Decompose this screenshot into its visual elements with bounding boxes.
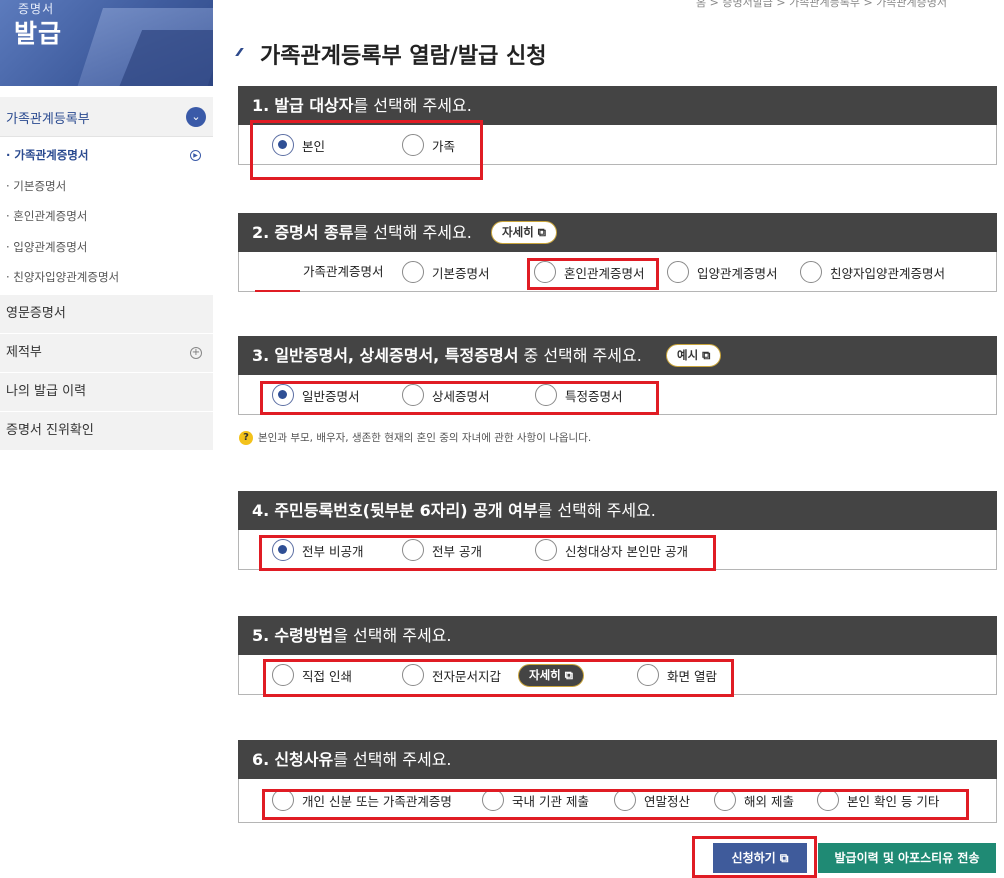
radio-basic-cert[interactable]: 기본증명서: [402, 261, 490, 283]
sidebar-item-adoption-cert[interactable]: · 입양관계증명서: [0, 232, 209, 263]
sidebar-item-removed-register[interactable]: 제적부 +: [0, 333, 213, 372]
sidebar-banner: 증명서 발급: [0, 0, 213, 86]
highlight-box: [263, 659, 734, 697]
sidebar-item-family-relation-cert[interactable]: · 가족관계증명서 ▶: [0, 140, 209, 171]
radio-label: 가족관계증명서: [303, 264, 384, 279]
sidebar-submenu: · 가족관계증명서 ▶ · 기본증명서 · 혼인관계증명서 · 입양관계증명서 …: [0, 140, 209, 293]
highlight-box: [262, 789, 969, 820]
sidebar-item-label: 영문증명서: [6, 306, 66, 321]
page-title: 가족관계등록부 열람/발급 신청: [260, 44, 547, 69]
note-text: 본인과 부모, 배우자, 생존한 현재의 혼인 중의 자녀에 관한 사항이 나옵…: [258, 432, 592, 444]
radio-label: 기본증명서: [432, 265, 490, 281]
sidebar-item-my-history[interactable]: 나의 발급 이력: [0, 372, 213, 411]
sidebar-item-english-cert[interactable]: 영문증명서: [0, 294, 213, 333]
sidebar-item-marriage-cert[interactable]: · 혼인관계증명서: [0, 201, 209, 232]
detail-button[interactable]: 자세히 ⧉: [491, 221, 557, 244]
highlight-box: [260, 381, 659, 415]
section-header: 5. 수령방법을 선택해 주세요.: [238, 616, 997, 655]
radio-family-relation-cert[interactable]: 가족관계증명서: [303, 261, 384, 280]
radio-unselected-icon[interactable]: [667, 261, 689, 283]
radio-unselected-icon[interactable]: [402, 261, 424, 283]
highlight-box: [250, 120, 483, 180]
highlight-box: [692, 836, 817, 878]
title-marker-icon: [235, 48, 253, 56]
sidebar-item-verify[interactable]: 증명서 진위확인: [0, 411, 213, 450]
section-header: 6. 신청사유를 선택해 주세요.: [238, 740, 997, 779]
radio-full-adoption-cert[interactable]: 친양자입양관계증명서: [800, 261, 945, 283]
sidebar-item-label: · 기본증명서: [6, 178, 67, 193]
radio-adoption-cert[interactable]: 입양관계증명서: [667, 261, 778, 283]
sidebar-item-label: · 입양관계증명서: [6, 239, 88, 254]
history-button-label: 발급이력 및 아포스티유 전송: [834, 851, 980, 865]
question-icon: ?: [239, 430, 253, 445]
sidebar: 증명서 발급 가족관계등록부 ⌄ · 가족관계증명서 ▶ · 기본증명서 · 혼…: [0, 0, 213, 878]
radio-label: 입양관계증명서: [697, 265, 778, 281]
example-button[interactable]: 예시 ⧉: [666, 344, 722, 367]
sidebar-menu-label: 가족관계등록부: [6, 112, 90, 127]
sidebar-item-label: · 혼인관계증명서: [6, 209, 88, 223]
sidebar-item-full-adoption-cert[interactable]: · 친양자입양관계증명서: [0, 262, 209, 293]
section-header: 4. 주민등록번호(뒷부분 6자리) 공개 여부를 선택해 주세요.: [238, 491, 997, 530]
sidebar-menu-family-register[interactable]: 가족관계등록부 ⌄: [0, 97, 213, 137]
info-note: ? 본인과 부모, 배우자, 생존한 현재의 혼인 중의 자녀에 관한 사항이 …: [239, 430, 591, 445]
banner-title: 발급: [14, 19, 63, 48]
overlay-patch: [255, 256, 300, 292]
sidebar-item-label: · 가족관계증명서: [6, 148, 89, 162]
highlight-box: [259, 535, 716, 571]
sidebar-item-label: 제적부: [6, 345, 42, 360]
radio-unselected-icon[interactable]: [800, 261, 822, 283]
page: 증명서 발급 가족관계등록부 ⌄ · 가족관계증명서 ▶ · 기본증명서 · 혼…: [0, 0, 1004, 878]
sidebar-main-menu: 영문증명서 제적부 + 나의 발급 이력 증명서 진위확인: [0, 294, 213, 450]
chevron-down-icon[interactable]: ⌄: [186, 107, 206, 127]
sidebar-item-label: 증명서 진위확인: [6, 423, 94, 438]
sidebar-item-label: 나의 발급 이력: [6, 384, 87, 399]
plus-icon[interactable]: +: [190, 347, 202, 359]
section-header: 3. 일반증명서, 상세증명서, 특정증명서 중 선택해 주세요. 예시 ⧉: [238, 336, 997, 375]
history-apostille-button[interactable]: 발급이력 및 아포스티유 전송: [818, 843, 996, 873]
section-header: 2. 증명서 종류를 선택해 주세요. 자세히 ⧉: [238, 213, 997, 252]
highlight-box: [527, 258, 659, 290]
sidebar-item-label: · 친양자입양관계증명서: [6, 270, 120, 284]
sidebar-item-basic-cert[interactable]: · 기본증명서: [0, 171, 209, 202]
breadcrumb: 홈 > 증명서발급 > 가족관계등록부 > 가족관계증명서: [696, 0, 948, 9]
arrow-right-icon: ▶: [190, 150, 201, 161]
radio-label: 친양자입양관계증명서: [830, 265, 946, 281]
